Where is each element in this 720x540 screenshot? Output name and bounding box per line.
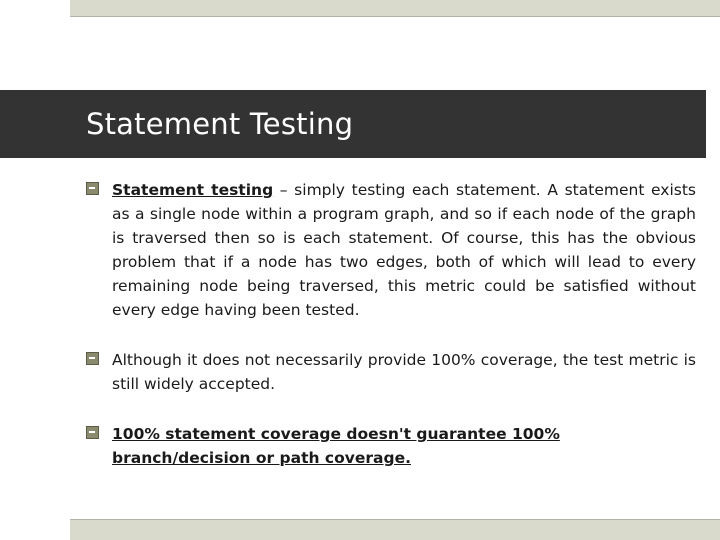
- slide: Statement Testing Statement testing – si…: [0, 0, 720, 540]
- square-bullet-icon: [86, 182, 99, 195]
- bottom-band-fill: [70, 520, 720, 540]
- slide-body: Statement testing – simply testing each …: [86, 178, 696, 490]
- bottom-band-left-gap: [0, 520, 70, 540]
- bullet-3-line-2: branch/decision or path coverage.: [112, 449, 411, 467]
- square-bullet-icon: [86, 352, 99, 365]
- bullet-2-text: Although it does not necessarily provide…: [112, 351, 696, 393]
- bullet-item-2: Although it does not necessarily provide…: [86, 348, 696, 396]
- top-band-rule: [70, 16, 720, 17]
- square-bullet-icon: [86, 426, 99, 439]
- top-band-left-gap: [0, 0, 70, 16]
- bullet-1-text: Statement testing – simply testing each …: [112, 178, 696, 322]
- page-title: Statement Testing: [86, 107, 354, 141]
- top-decorative-band: [0, 0, 720, 16]
- bullet-1-rest: – simply testing each statement. A state…: [112, 181, 696, 319]
- top-band-fill: [70, 0, 720, 16]
- bullet-3-text: 100% statement coverage doesn't guarante…: [112, 422, 696, 470]
- bullet-1-lead: Statement testing: [112, 181, 274, 199]
- bullet-item-3: 100% statement coverage doesn't guarante…: [86, 422, 696, 470]
- bullet-3-line-1: 100% statement coverage doesn't guarante…: [112, 425, 560, 443]
- bullet-item-1: Statement testing – simply testing each …: [86, 178, 696, 322]
